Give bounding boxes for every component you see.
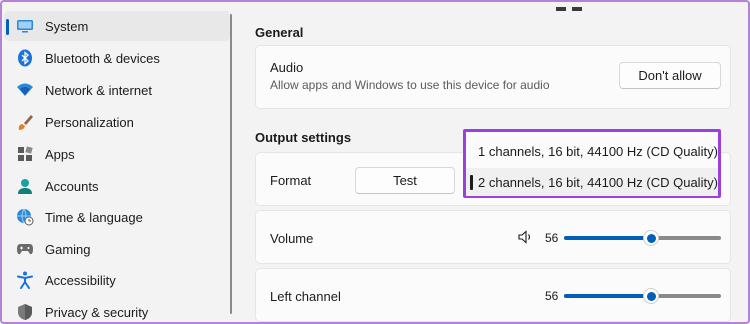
sidebar-item-label: Bluetooth & devices — [45, 50, 160, 66]
sidebar-item-bluetooth[interactable]: Bluetooth & devices — [4, 43, 230, 73]
sidebar-item-apps[interactable]: Apps — [4, 139, 230, 169]
selection-indicator — [470, 175, 473, 190]
sidebar-item-system[interactable]: System — [4, 11, 230, 41]
gamepad-icon — [16, 240, 34, 258]
sidebar-item-label: Gaming — [45, 241, 91, 257]
test-button[interactable]: Test — [355, 167, 455, 194]
sidebar-item-label: Privacy & security — [45, 304, 149, 320]
sidebar: System Bluetooth & devices Network & int… — [0, 0, 236, 324]
left-channel-slider-thumb[interactable] — [643, 288, 659, 304]
sidebar-item-accessibility[interactable]: Accessibility — [4, 265, 230, 295]
left-channel-card: Left channel 56 — [255, 268, 731, 322]
format-dropdown[interactable]: 1 channels, 16 bit, 44100 Hz (CD Quality… — [463, 129, 721, 198]
brush-icon — [16, 113, 34, 131]
sidebar-item-time-language[interactable]: Time & language — [4, 202, 230, 232]
globe-clock-icon — [16, 208, 34, 226]
sidebar-scrollbar[interactable] — [230, 14, 232, 314]
left-channel-slider-fill — [564, 294, 651, 298]
sidebar-item-label: Apps — [45, 146, 75, 162]
section-title-general: General — [255, 25, 304, 40]
volume-slider-fill — [564, 236, 651, 240]
sidebar-item-label: Time & language — [45, 209, 143, 225]
volume-card: Volume 56 — [255, 210, 731, 264]
volume-slider-thumb[interactable] — [643, 230, 659, 246]
bluetooth-icon — [16, 49, 34, 67]
section-title-output: Output settings — [255, 130, 352, 145]
person-icon — [16, 177, 34, 195]
sidebar-item-label: System — [45, 18, 89, 34]
accessibility-icon — [16, 271, 34, 289]
monitor-icon — [16, 17, 34, 35]
left-channel-value: 56 — [545, 289, 559, 303]
left-channel-label: Left channel — [270, 289, 341, 304]
left-channel-slider[interactable] — [564, 288, 721, 304]
sidebar-item-label: Network & internet — [45, 82, 152, 98]
volume-label: Volume — [270, 231, 314, 246]
wifi-icon — [16, 81, 34, 99]
sidebar-item-label: Accounts — [45, 178, 99, 194]
sidebar-item-accounts[interactable]: Accounts — [4, 171, 230, 201]
sidebar-item-network[interactable]: Network & internet — [4, 75, 230, 105]
format-option-2ch[interactable]: 2 channels, 16 bit, 44100 Hz (CD Quality… — [466, 168, 718, 196]
volume-slider[interactable] — [564, 230, 721, 246]
dont-allow-button[interactable]: Don't allow — [619, 62, 721, 89]
format-option-1ch[interactable]: 1 channels, 16 bit, 44100 Hz (CD Quality… — [466, 137, 718, 165]
audio-card: Audio Allow apps and Windows to use this… — [255, 45, 731, 109]
format-option-label: 2 channels, 16 bit, 44100 Hz (CD Quality… — [478, 174, 718, 190]
speaker-icon[interactable] — [518, 230, 534, 249]
volume-value: 56 — [545, 231, 559, 245]
sidebar-item-label: Personalization — [45, 114, 134, 130]
audio-label: Audio — [270, 60, 304, 75]
apps-icon — [16, 145, 34, 163]
header-fragment — [556, 0, 596, 11]
sidebar-item-personalization[interactable]: Personalization — [4, 107, 230, 137]
format-label: Format — [270, 173, 312, 188]
sidebar-item-gaming[interactable]: Gaming — [4, 234, 230, 264]
shield-icon — [16, 303, 34, 321]
audio-description: Allow apps and Windows to use this devic… — [270, 78, 550, 92]
sidebar-item-privacy[interactable]: Privacy & security — [4, 297, 230, 324]
active-indicator — [6, 19, 9, 35]
sidebar-item-label: Accessibility — [45, 272, 116, 288]
